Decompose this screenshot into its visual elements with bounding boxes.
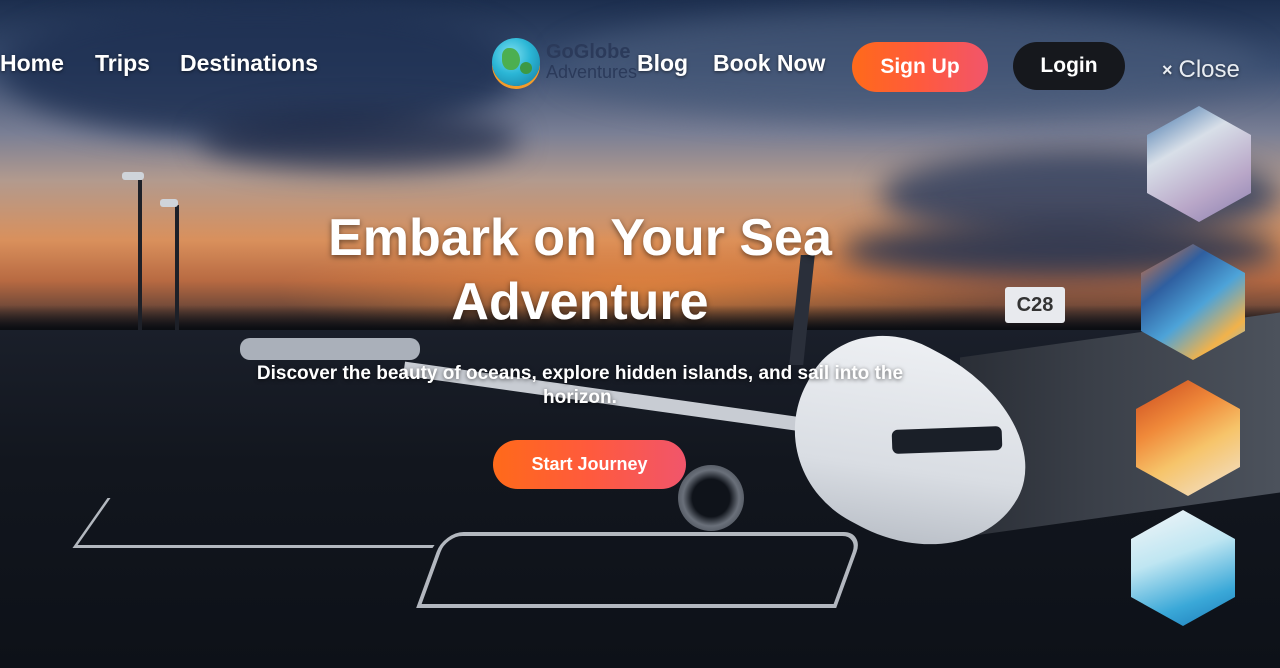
close-label: Close [1178,56,1240,83]
login-button[interactable]: Login [1013,42,1125,90]
light-pole [175,205,179,330]
gate-sign: C28 [1005,287,1065,323]
nav-blog[interactable]: Blog [637,50,688,77]
light-pole [138,180,142,330]
nav-book-now[interactable]: Book Now [713,50,825,77]
hero-title-line1: Embark on Your Sea [328,209,832,267]
distant-plane [240,338,420,360]
logo-name: GoGlobe [546,41,631,63]
plane-cockpit [891,426,1003,454]
globe-icon [492,38,540,86]
plane-engine [678,465,744,531]
signup-button[interactable]: Sign Up [852,42,988,92]
light-lamp [122,172,144,180]
close-icon: × [1162,59,1173,80]
nav-destinations[interactable]: Destinations [180,50,318,77]
hero-title: Embark on Your Sea Adventure [270,206,890,334]
runway-marking [72,498,468,548]
hero-title-line2: Adventure [451,273,709,331]
start-journey-button[interactable]: Start Journey [493,440,686,489]
runway-marking [416,532,864,608]
cloud [200,110,520,170]
logo-tagline: Adventures [546,62,638,82]
site-logo[interactable]: GoGlobe Adventures [492,38,637,86]
nav-trips[interactable]: Trips [95,50,150,77]
nav-home[interactable]: Home [0,50,64,77]
light-lamp [160,199,178,207]
hero-background: C28 [0,0,1280,668]
hero-subtitle: Discover the beauty of oceans, explore h… [256,363,904,408]
close-button[interactable]: × Close [1162,56,1240,84]
